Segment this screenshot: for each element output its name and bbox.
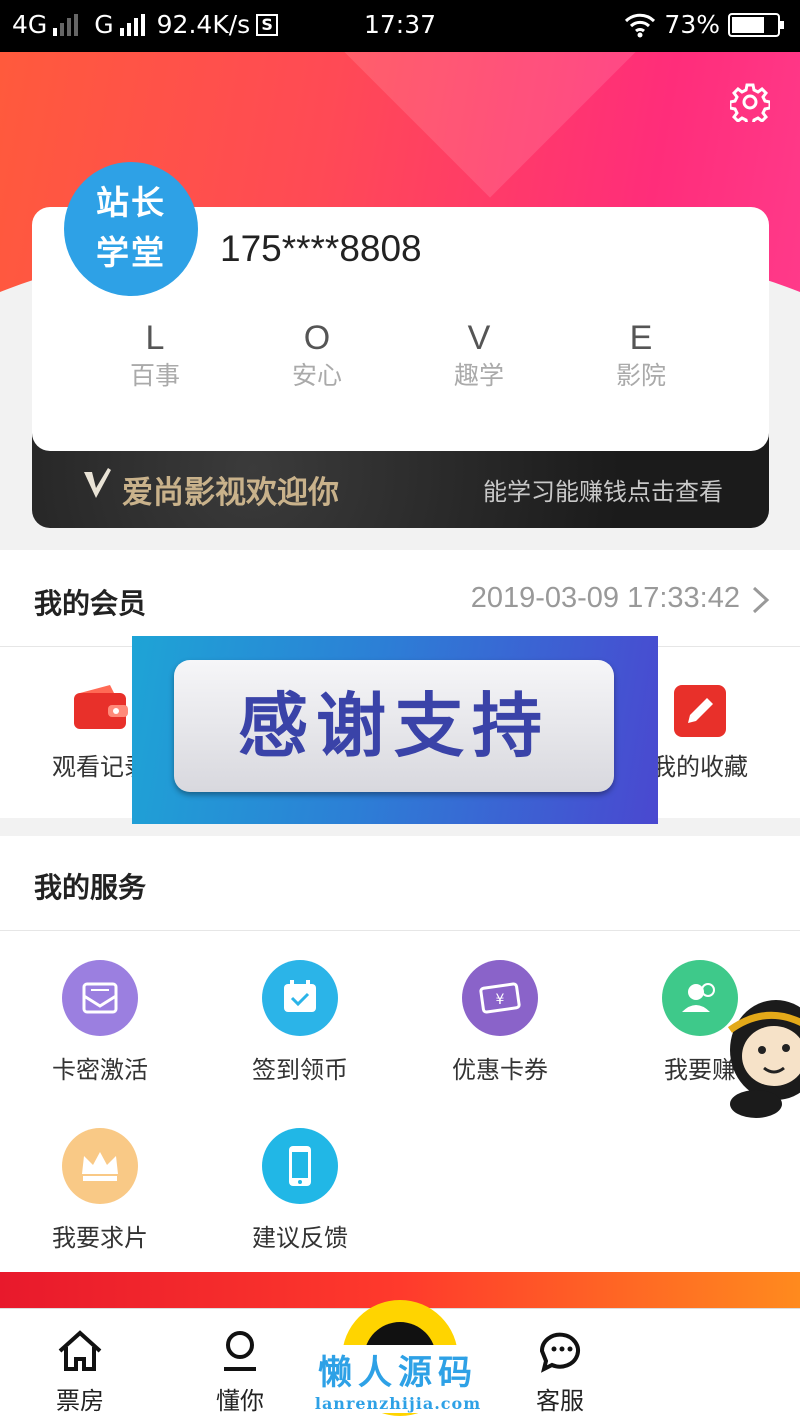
phone-icon [262,1128,338,1204]
calendar-icon [262,960,338,1036]
watermark-cn: 懒人源码 [318,1353,478,1393]
edit-icon [674,685,726,737]
divider [0,930,800,931]
love-word: 影院 [615,361,666,390]
envelope-icon [62,960,138,1036]
monkey-mascot-icon[interactable] [716,990,800,1122]
v-logo-icon [84,468,111,498]
services-title: 我的服务 [34,871,147,904]
love-word: 趣学 [453,361,504,390]
member-title: 我的会员 [34,587,147,620]
love-item-o: O 安心 [247,318,387,394]
welcome-slogan: 爱尚影视欢迎你 [122,475,339,511]
chat-icon [539,1332,580,1373]
battery-fill [732,16,764,33]
crown-icon [62,1128,138,1204]
tab-label: 客服 [536,1387,584,1415]
service-label: 我要求片 [52,1224,148,1252]
wifi-icon [625,13,656,37]
tab-label: 票房 [56,1387,104,1415]
service-label: 优惠卡券 [452,1056,548,1084]
tab-understand-you[interactable]: 懂你 [180,1329,300,1416]
love-letter: O [303,319,331,357]
thanks-plate: 感谢支持 [174,660,614,792]
home-icon [58,1330,102,1371]
tab-customer-service[interactable]: 客服 [500,1329,620,1416]
svg-text:¥: ¥ [496,992,505,1008]
coupon-icon: ¥ [462,960,538,1036]
love-letter: V [467,319,491,357]
avatar[interactable]: 站长 学堂 [64,162,198,296]
love-item-v: V 趣学 [409,318,549,394]
person-icon [224,1331,256,1371]
service-card-feedback[interactable]: 建议反馈 [200,1128,400,1253]
thanks-text: 感谢支持 [238,685,550,767]
service-label: 建议反馈 [252,1224,348,1252]
settings-gear-icon[interactable] [730,82,770,122]
wallet-icon [74,685,128,729]
love-letter: L [145,319,165,357]
tab-label: 懂你 [216,1387,264,1415]
tab-box-office[interactable]: 票房 [20,1329,140,1416]
chevron-right-icon[interactable] [750,585,772,615]
service-card-request[interactable]: 我要求片 [0,1128,200,1253]
love-word: 百事 [129,361,180,390]
love-item-e: E 影院 [571,318,711,394]
watermark: 懒人源码 lanrenzhijia.com [306,1345,490,1413]
member-expiry-date[interactable]: 2019-03-09 17:33:42 [471,582,740,615]
love-letter: E [629,319,653,357]
status-right: 73% [624,10,784,39]
battery-icon [728,12,784,37]
watermark-en: lanrenzhijia.com [314,1394,482,1413]
user-phone: 175****8808 [220,228,422,269]
love-item-l: L 百事 [85,318,225,394]
love-word: 安心 [291,361,342,390]
thanks-banner: 感谢支持 [132,636,658,824]
service-card-activate[interactable]: 卡密激活 [0,960,200,1085]
service-label: 卡密激活 [52,1056,148,1084]
welcome-hint: 能学习能赚钱点击查看 [483,478,723,506]
service-label: 签到领币 [252,1056,348,1084]
status-bar: 4G G 92.4K/s S 17:37 73% [0,0,800,52]
favorites-button[interactable]: 我的收藏 [640,685,760,782]
battery-percent: 73% [664,10,720,39]
avatar-line-2: 学堂 [96,233,166,272]
service-card-coupon[interactable]: ¥ 优惠卡券 [400,960,600,1085]
avatar-line-1: 站长 [96,183,166,222]
service-card-checkin[interactable]: 签到领币 [200,960,400,1085]
favorites-label: 我的收藏 [652,753,748,781]
